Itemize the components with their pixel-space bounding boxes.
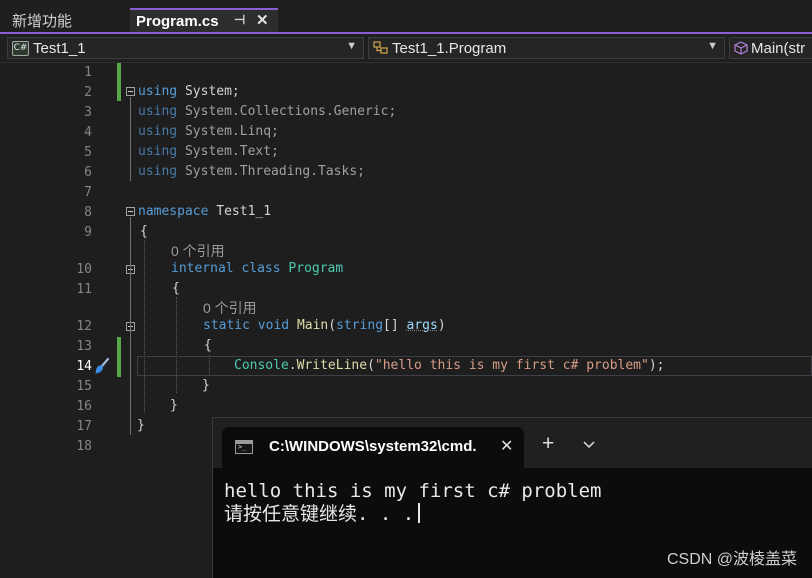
watermark: CSDN @波棱盖菜 [667,545,797,569]
line-number: 5 [40,143,92,163]
line-number: 3 [40,103,92,123]
close-tab-icon[interactable]: ✕ [256,11,269,29]
console-tab-title: C:\WINDOWS\system32\cmd. [269,438,477,455]
line-number: 18 [40,437,92,457]
line-number: 10 [40,260,92,280]
console-output-line: 请按任意键继续. . . [224,503,414,525]
tab-whats-new[interactable]: 新增功能 [0,8,128,32]
code-line-writeline: Console.WriteLine("hello this is my firs… [234,356,665,376]
console-titlebar: C:\WINDOWS\system32\cmd. ✕ + [213,418,812,468]
project-dropdown-value: Test1_1 [33,40,86,57]
line-number: 16 [40,397,92,417]
line-number-active: 14 [40,357,92,377]
terminal-icon [235,440,253,454]
line-number: 1 [40,63,92,83]
code-line-brace: { [172,279,180,299]
class-icon [373,41,389,55]
code-line-brace: } [170,396,178,416]
tab-program-cs-label: Program.cs [136,13,219,30]
codelens-references[interactable]: 0 个引用 [203,298,257,318]
class-dropdown[interactable]: Test1_1.Program ▼ [368,37,725,59]
line-number: 11 [40,280,92,300]
line-number: 7 [40,183,92,203]
chevron-down-icon: ▼ [346,40,357,52]
console-tab[interactable]: C:\WINDOWS\system32\cmd. ✕ [222,427,524,468]
code-line-using: using System.Text; [138,142,279,162]
chevron-down-icon: ▼ [707,40,718,52]
class-dropdown-value: Test1_1.Program [392,40,506,57]
tab-whats-new-label: 新增功能 [12,10,72,31]
line-number: 2 [40,83,92,103]
line-number: 4 [40,123,92,143]
codelens-references[interactable]: 0 个引用 [171,241,225,261]
console-output-line: hello this is my first c# problem [224,480,602,502]
new-tab-plus-icon[interactable]: + [542,434,554,454]
close-icon[interactable]: ✕ [500,436,513,456]
line-number: 15 [40,377,92,397]
chevron-down-icon[interactable] [583,438,595,452]
member-dropdown-value: Main(str [751,40,805,57]
line-number: 8 [40,203,92,223]
code-line-class: internal class Program [171,259,343,279]
method-cube-icon [734,41,748,55]
code-line-main: static void Main(string[] args) [203,316,446,336]
line-number: 6 [40,163,92,183]
pin-icon[interactable]: ⊣ [234,12,245,28]
line-number: 17 [40,417,92,437]
tab-program-cs[interactable]: Program.cs ⊣ ✕ [130,8,278,32]
code-line-using: using System.Collections.Generic; [138,102,396,122]
console-window[interactable]: C:\WINDOWS\system32\cmd. ✕ + hello this … [212,417,812,578]
code-line-brace: { [204,336,212,356]
text-cursor [418,503,420,523]
code-line-using: using System.Linq; [138,122,279,142]
code-line-brace: } [137,416,145,436]
project-dropdown[interactable]: C# Test1_1 ▼ [7,37,364,59]
member-dropdown[interactable]: Main(str [729,37,812,59]
csharp-project-icon: C# [12,41,29,56]
line-number: 13 [40,337,92,357]
line-number: 9 [40,223,92,243]
code-line-using: using System.Threading.Tasks; [138,162,365,182]
code-line-brace: } [202,376,210,396]
code-line-namespace: namespace Test1_1 [138,202,271,222]
console-output: hello this is my first c# problem 请按任意键继… [224,480,602,526]
navigation-bar: C# Test1_1 ▼ Test1_1.Program ▼ Main(str [0,34,812,63]
code-line-using: using System; [138,82,240,102]
code-line-brace: { [140,222,148,242]
document-tab-bar: 新增功能 Program.cs ⊣ ✕ [0,0,812,33]
line-number: 12 [40,317,92,337]
